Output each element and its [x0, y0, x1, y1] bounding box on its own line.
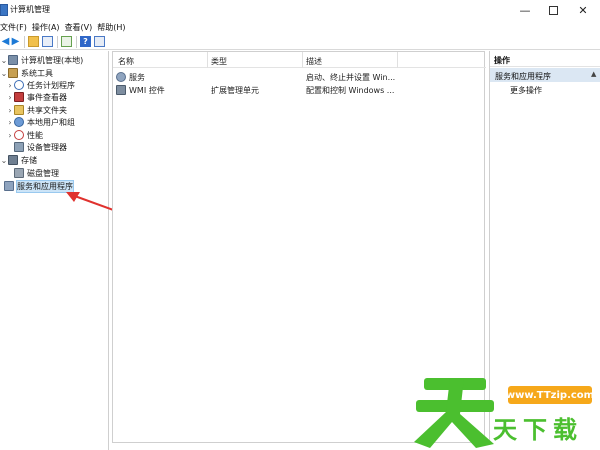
table-row[interactable]: WMI 控件 扩展管理单元 配置和控制 Windows ...	[113, 83, 486, 97]
list-header: 名称 类型 描述	[113, 52, 486, 68]
menu-bar: 文件(F) 操作(A) 查看(V) 帮助(H)	[0, 20, 600, 34]
actions-header: 操作	[490, 51, 600, 67]
help-icon[interactable]: ?	[80, 36, 91, 47]
column-divider[interactable]	[397, 52, 398, 68]
chevron-down-icon[interactable]: ⌄	[0, 69, 8, 78]
tree-item-local-users[interactable]: › 本地用户和组	[6, 116, 75, 128]
close-icon: ✕	[578, 3, 588, 17]
menu-help[interactable]: 帮助(H)	[97, 22, 130, 33]
actions-title: 操作	[494, 56, 510, 65]
column-header-description[interactable]: 描述	[306, 56, 322, 67]
export-list-icon[interactable]	[61, 36, 72, 47]
console-tree: ⌄ 计算机管理(本地) ⌄ 系统工具 › 任务计划程序 › 事件查看器 › 共享…	[0, 51, 109, 450]
row-name: 服务	[129, 73, 145, 82]
watermark-char: 下	[523, 416, 553, 444]
row-description: 配置和控制 Windows ...	[306, 86, 395, 95]
up-folder-icon[interactable]	[28, 36, 39, 47]
chevron-right-icon[interactable]: ›	[6, 106, 14, 115]
tree-item-disk-management[interactable]: 磁盘管理	[14, 167, 59, 179]
toolbar-separator	[57, 36, 58, 48]
actions-section[interactable]: 服务和应用程序 ▲	[490, 68, 600, 82]
services-apps-icon	[4, 181, 14, 191]
chevron-right-icon[interactable]: ›	[6, 118, 14, 127]
column-divider[interactable]	[207, 52, 208, 68]
computer-management-app-icon	[0, 4, 8, 16]
tree-item-shared-folders[interactable]: › 共享文件夹	[6, 104, 67, 116]
minimize-icon: —	[519, 3, 531, 17]
tree-item-device-manager[interactable]: 设备管理器	[14, 141, 67, 153]
watermark-char: 载	[553, 416, 583, 444]
title-bar: 计算机管理 — ✕	[0, 0, 600, 20]
minimize-button[interactable]: —	[510, 0, 540, 20]
maximize-button[interactable]	[538, 0, 568, 20]
disk-management-icon	[14, 168, 24, 178]
chevron-right-icon[interactable]: ›	[6, 93, 14, 102]
tree-item-storage[interactable]: ⌄ 存储	[0, 154, 37, 166]
wmi-control-icon	[116, 85, 126, 95]
chevron-down-icon[interactable]: ⌄	[0, 56, 8, 65]
toolbar-separator	[24, 36, 25, 48]
tree-item-system-tools[interactable]: ⌄ 系统工具	[0, 67, 53, 79]
device-manager-icon	[14, 142, 24, 152]
shared-folders-icon	[14, 105, 24, 115]
column-header-name[interactable]: 名称	[118, 56, 134, 67]
tree-item-computer-management[interactable]: ⌄ 计算机管理(本地)	[0, 54, 83, 66]
maximize-icon	[548, 5, 558, 15]
menu-view[interactable]: 查看(V)	[65, 22, 98, 33]
event-viewer-icon	[14, 92, 24, 102]
toolbar-separator	[76, 36, 77, 48]
storage-icon	[8, 155, 18, 165]
system-tools-icon	[8, 68, 18, 78]
tree-item-performance[interactable]: › 性能	[6, 129, 43, 141]
table-row[interactable]: 服务 启动、终止并设置 Win...	[113, 70, 486, 84]
row-type: 扩展管理单元	[211, 86, 259, 95]
watermark-logo	[414, 378, 494, 448]
window-title: 计算机管理	[10, 5, 50, 14]
performance-icon	[14, 130, 24, 140]
row-description: 启动、终止并设置 Win...	[306, 73, 396, 82]
column-header-type[interactable]: 类型	[211, 56, 227, 67]
computer-management-icon	[8, 55, 18, 65]
show-tree-icon[interactable]	[42, 36, 53, 47]
more-actions-link[interactable]: 更多操作	[510, 85, 542, 96]
tree-item-event-viewer[interactable]: › 事件查看器	[6, 91, 67, 103]
chevron-right-icon[interactable]: ›	[6, 131, 14, 140]
close-button[interactable]: ✕	[568, 0, 598, 20]
column-divider[interactable]	[302, 52, 303, 68]
services-icon	[116, 72, 126, 82]
menu-file[interactable]: 文件(F)	[0, 22, 32, 33]
actions-pane: 操作 服务和应用程序 ▲ 更多操作	[489, 51, 600, 443]
chevron-up-icon[interactable]: ▲	[591, 70, 596, 78]
chevron-down-icon[interactable]: ⌄	[0, 156, 8, 165]
tree-item-task-scheduler[interactable]: › 任务计划程序	[6, 79, 75, 91]
chevron-right-icon[interactable]: ›	[6, 81, 14, 90]
local-users-icon	[14, 117, 24, 127]
watermark-char: 天	[493, 416, 523, 444]
toolbar: ◀ ▶ ?	[0, 34, 600, 50]
row-name: WMI 控件	[129, 86, 165, 95]
watermark-url: www.TTzip.com	[506, 386, 594, 404]
actions-section-title: 服务和应用程序	[495, 72, 551, 81]
forward-arrow-icon[interactable]: ▶	[10, 36, 21, 47]
watermark-text: 天下载	[493, 410, 583, 445]
menu-action[interactable]: 操作(A)	[32, 22, 65, 33]
task-scheduler-icon	[14, 80, 24, 90]
action-pane-icon[interactable]	[94, 36, 105, 47]
